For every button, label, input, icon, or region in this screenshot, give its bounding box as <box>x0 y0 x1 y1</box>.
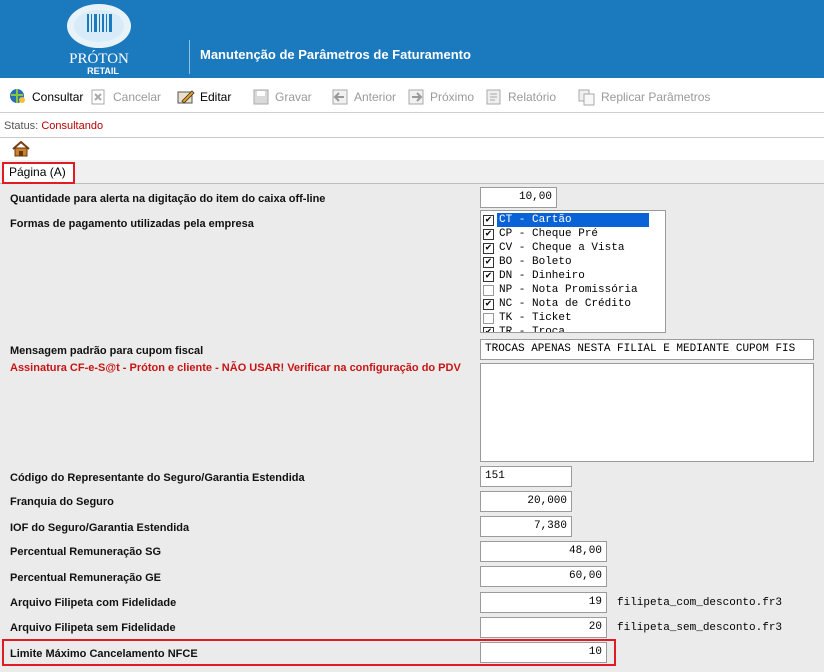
list-item[interactable]: ✔ NC - Nota de Crédito <box>483 297 649 311</box>
arrow-right-icon <box>408 89 424 105</box>
house-icon[interactable] <box>12 141 30 157</box>
cod-representante-label: Código do Representante do Seguro/Garant… <box>10 472 305 484</box>
list-item[interactable]: ✔ TR - Troca <box>483 325 649 332</box>
perc-ge-label: Percentual Remuneração GE <box>10 572 162 584</box>
cod-representante-input[interactable]: 151 <box>480 466 572 487</box>
checkbox[interactable]: ✔ <box>483 214 494 226</box>
save-disk-icon <box>253 89 269 105</box>
toolbar: Consultar Cancelar Editar Gravar Anterio… <box>0 80 824 113</box>
filipeta-sem-file: filipeta_sem_desconto.fr3 <box>617 622 783 634</box>
svg-text:RETAIL: RETAIL <box>87 66 119 76</box>
cancel-doc-icon <box>91 89 105 105</box>
list-item[interactable]: NP - Nota Promissória <box>483 283 649 297</box>
franquia-seguro-label: Franquia do Seguro <box>10 496 114 508</box>
svg-text:PRÓTON: PRÓTON <box>69 50 129 67</box>
mensagem-cupom-label: Mensagem padrão para cupom fiscal <box>10 345 204 357</box>
list-item[interactable]: ✔ CP - Cheque Pré <box>483 227 649 241</box>
anterior-label: Anterior <box>354 90 397 104</box>
checkbox[interactable] <box>483 284 494 296</box>
status-label: Status: <box>4 120 39 132</box>
page-title: Manutenção de Parâmetros de Faturamento <box>200 47 471 62</box>
proximo-button[interactable]: Próximo <box>406 86 474 108</box>
editar-button[interactable]: Editar <box>176 86 231 108</box>
replicar-button[interactable]: Replicar Parâmetros <box>577 86 710 108</box>
checkbox[interactable]: ✔ <box>483 256 494 268</box>
tab-strip <box>0 160 824 184</box>
proton-logo: PRÓTON RETAIL <box>67 4 131 76</box>
filipeta-com-input[interactable]: 19 <box>480 592 607 613</box>
perc-ge-input[interactable]: 60,00 <box>480 566 607 587</box>
globe-search-icon <box>10 89 25 103</box>
report-icon <box>486 89 501 105</box>
highlight-box <box>2 639 616 666</box>
checkbox[interactable]: ✔ <box>483 270 494 282</box>
qtd-alerta-label: Quantidade para alerta na digitação do i… <box>10 193 326 205</box>
replicar-label: Replicar Parâmetros <box>601 90 711 104</box>
cancelar-button[interactable]: Cancelar <box>89 86 161 108</box>
assinatura-sat-textarea[interactable] <box>480 363 814 462</box>
checkbox[interactable]: ✔ <box>483 298 494 310</box>
checkbox[interactable]: ✔ <box>483 242 494 254</box>
mensagem-cupom-input[interactable]: TROCAS APENAS NESTA FILIAL E MEDIANTE CU… <box>480 339 814 360</box>
icon-row <box>0 138 824 160</box>
edit-pencil-icon <box>177 90 195 104</box>
iof-seguro-input[interactable]: 7,380 <box>480 516 572 537</box>
editar-label: Editar <box>200 90 232 104</box>
franquia-seguro-input[interactable]: 20,000 <box>480 491 572 512</box>
anterior-button[interactable]: Anterior <box>330 86 396 108</box>
gravar-button[interactable]: Gravar <box>251 86 312 108</box>
qtd-alerta-input[interactable]: 10,00 <box>480 187 557 208</box>
tab-page-a[interactable]: Página (A) <box>2 162 75 184</box>
gravar-label: Gravar <box>275 90 312 104</box>
arrow-left-icon <box>332 89 348 105</box>
cancelar-label: Cancelar <box>113 90 162 104</box>
replicate-icon <box>578 89 595 106</box>
filipeta-com-label: Arquivo Filipeta com Fidelidade <box>10 597 177 609</box>
perc-sg-label: Percentual Remuneração SG <box>10 546 162 558</box>
checkbox[interactable]: ✔ <box>483 326 494 332</box>
checkbox[interactable] <box>483 312 494 324</box>
list-item[interactable]: ✔ BO - Boleto <box>483 255 649 269</box>
header-divider <box>189 40 190 74</box>
filipeta-sem-label: Arquivo Filipeta sem Fidelidade <box>10 622 176 634</box>
proximo-label: Próximo <box>430 90 475 104</box>
formas-pagamento-label: Formas de pagamento utilizadas pela empr… <box>10 218 254 230</box>
status-bar: Status: Consultando <box>0 114 824 138</box>
consultar-label: Consultar <box>32 90 84 104</box>
filipeta-com-file: filipeta_com_desconto.fr3 <box>617 597 783 609</box>
status-value: Consultando <box>41 120 104 132</box>
list-item[interactable]: ✔ CT - Cartão <box>483 213 649 227</box>
iof-seguro-label: IOF do Seguro/Garantia Estendida <box>10 522 190 534</box>
relatorio-label: Relatório <box>508 90 557 104</box>
relatorio-button[interactable]: Relatório <box>484 86 556 108</box>
list-item[interactable]: ✔ DN - Dinheiro <box>483 269 649 283</box>
checkbox[interactable]: ✔ <box>483 228 494 240</box>
list-item[interactable]: ✔ CV - Cheque a Vista <box>483 241 649 255</box>
consultar-button[interactable]: Consultar <box>8 86 83 108</box>
list-item[interactable]: TK - Ticket <box>483 311 649 325</box>
formas-pagamento-list[interactable]: ✔ CT - Cartão ✔ CP - Cheque Pré ✔ CV - Cheq… <box>480 210 666 333</box>
perc-sg-input[interactable]: 48,00 <box>480 541 607 562</box>
filipeta-sem-input[interactable]: 20 <box>480 617 607 638</box>
assinatura-sat-label: Assinatura CF-e-S@t - Próton e cliente -… <box>10 362 461 374</box>
